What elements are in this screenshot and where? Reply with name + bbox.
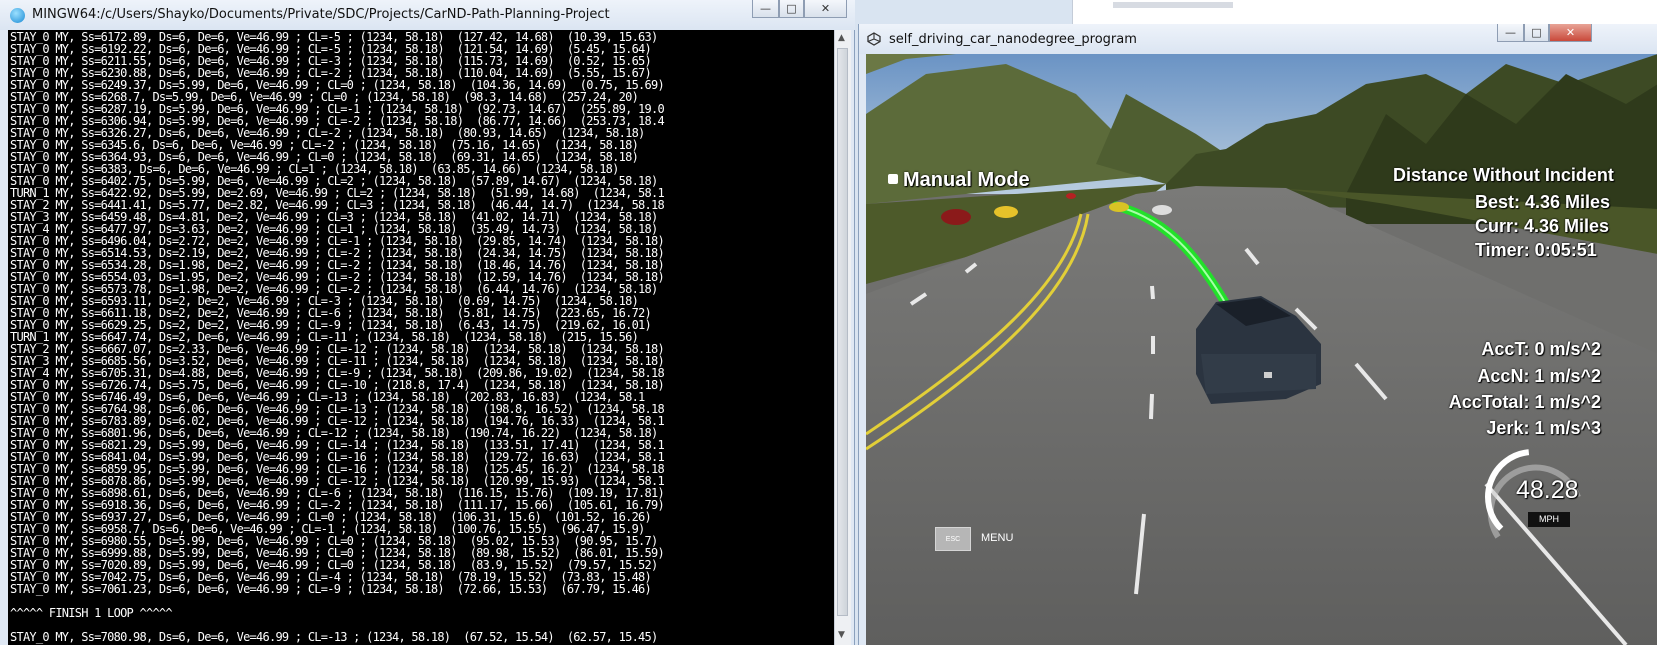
esc-button[interactable]: ESC (935, 527, 971, 551)
speed-unit: MPH (1528, 512, 1570, 527)
minimize-button[interactable]: — (752, 0, 779, 18)
distance-title: Distance Without Incident (1393, 165, 1614, 185)
simulator-window[interactable]: self_driving_car_nanodegree_program — □ … (858, 24, 1657, 645)
menu-label[interactable]: MENU (981, 532, 1013, 544)
scroll-up-arrow-icon[interactable]: ▲ (838, 33, 845, 43)
terminal-window[interactable]: MINGW64:/c/Users/Shayko/Documents/Privat… (0, 0, 855, 645)
background-window[interactable] (1072, 0, 1657, 26)
current-distance: Curr: 4.36 Miles (1475, 216, 1610, 236)
terminal-output[interactable]: STAY_0 MY, Ss=6172.89, Ds=6, De=6, Ve=46… (8, 30, 834, 645)
mode-indicator-icon (888, 174, 898, 184)
car-red-far (1066, 193, 1076, 199)
sim-maximize-button[interactable]: □ (1524, 24, 1549, 42)
maximize-button[interactable]: □ (779, 0, 804, 18)
terminal-title-bar[interactable]: MINGW64:/c/Users/Shayko/Documents/Privat… (0, 0, 855, 30)
car-white (1152, 205, 1172, 215)
terminal-lines: STAY_0 MY, Ss=6172.89, Ds=6, De=6, Ve=46… (10, 30, 665, 644)
mingw-app-icon (10, 8, 25, 23)
acc-t: AccT: 0 m/s^2 (1481, 339, 1601, 359)
car-yellow (994, 206, 1018, 218)
close-button[interactable]: ✕ (804, 0, 847, 18)
speed-value: 48.28 (1516, 476, 1579, 504)
simulator-viewport[interactable]: Manual Mode Distance Without Incident Be… (866, 54, 1657, 645)
simulator-title: self_driving_car_nanodegree_program (889, 32, 1137, 47)
jerk: Jerk: 1 m/s^3 (1486, 418, 1601, 438)
simulator-title-bar[interactable]: self_driving_car_nanodegree_program — □ … (859, 24, 1657, 54)
mode-label: Manual Mode (903, 169, 1030, 191)
timer: Timer: 0:05:51 (1475, 240, 1597, 260)
acc-n: AccN: 1 m/s^2 (1477, 366, 1601, 386)
car-red (941, 209, 971, 225)
sim-minimize-button[interactable]: — (1497, 24, 1524, 42)
terminal-title: MINGW64:/c/Users/Shayko/Documents/Privat… (32, 7, 610, 22)
acc-total: AccTotal: 1 m/s^2 (1448, 392, 1601, 412)
sim-close-button[interactable]: ✕ (1549, 24, 1592, 42)
unity-app-icon (867, 32, 881, 46)
scroll-down-arrow-icon[interactable]: ▼ (838, 630, 845, 640)
terminal-scrollbar[interactable]: ▲ ▼ (834, 30, 851, 645)
background-window-content (1113, 2, 1233, 8)
scrollbar-thumb[interactable] (837, 48, 848, 616)
car-yellow-far (1109, 202, 1129, 212)
best-distance: Best: 4.36 Miles (1475, 192, 1611, 212)
